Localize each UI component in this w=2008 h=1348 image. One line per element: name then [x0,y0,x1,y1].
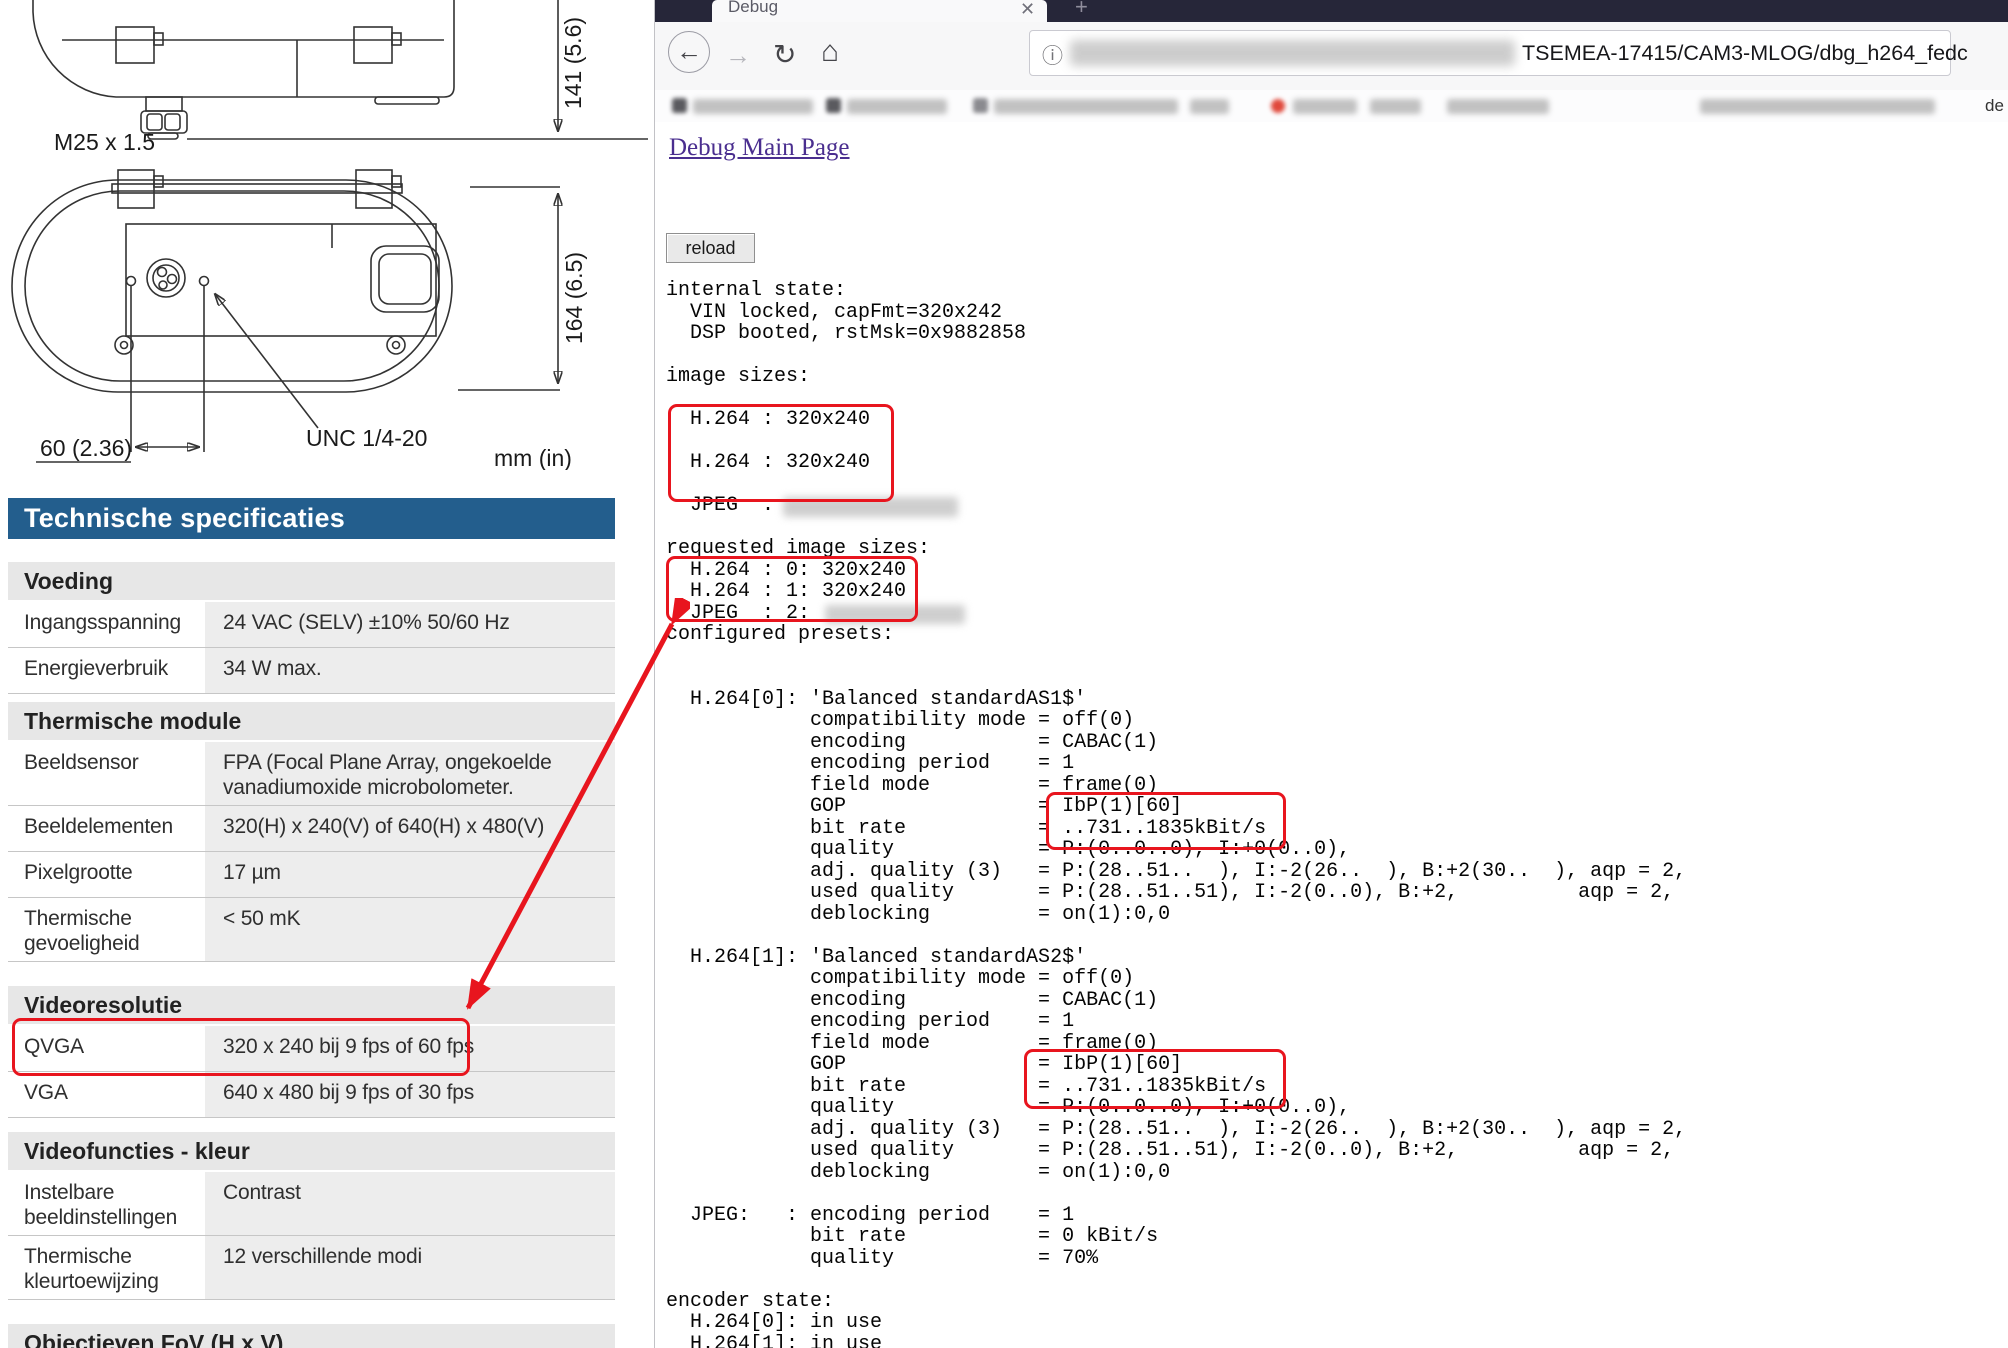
forward-icon[interactable]: → [725,37,751,73]
bookmark-favicon[interactable] [973,98,988,113]
bookmark-favicon[interactable] [826,98,841,113]
table-row: Pixelgrootte 17 µm [8,852,615,898]
section-videofuncties: Videofuncties - kleur Instelbare beeldin… [8,1132,615,1300]
blurred-jpeg-size [783,497,958,517]
bookmarks-bar: de [655,90,2008,123]
tab-debug[interactable]: Debug ✕ [712,0,1047,22]
row-value: 12 verschillende modi [205,1236,615,1299]
datasheet-pane: M25 x 1.5 141 (5.6) [0,0,655,1348]
row-value: 320 x 240 bij 9 fps of 60 fps [205,1026,615,1071]
dim-141-label: 141 (5.6) [560,17,586,109]
blurred-jpeg-size [825,605,965,624]
row-label: Beeldsensor [8,742,205,805]
spec-table-title: Technische specificaties [8,498,615,539]
blurred-bookmark[interactable] [994,99,1178,114]
bottom-view-drawing: 60 (2.36) UNC 1/4-20 164 (6.5) mm (in) [12,170,587,470]
table-row: Beeldelementen 320(H) x 240(V) of 640(H)… [8,806,615,852]
table-row: Beeldsensor FPA (Focal Plane Array, onge… [8,742,615,806]
spec-table: Voeding Ingangsspanning 24 VAC (SELV) ±1… [8,562,615,1348]
technical-drawing: M25 x 1.5 141 (5.6) [0,0,655,470]
bookmarks-overflow-text: de [1985,96,2004,116]
blurred-url-prefix [1070,40,1515,66]
section-videoresolutie: Videoresolutie QVGA 320 x 240 bij 9 fps … [8,986,615,1118]
info-icon[interactable]: ⓘ [1042,40,1063,70]
reload-icon[interactable]: ↻ [773,37,796,73]
table-row: Ingangsspanning 24 VAC (SELV) ±10% 50/60… [8,602,615,648]
section-header: Objectieven FoV (H x V) [8,1324,615,1348]
url-bar[interactable]: ⓘ TSEMEA-17415/CAM3-MLOG/dbg_h264_fedc [1029,30,1951,76]
section-header: Thermische module [8,702,615,740]
debug-output-text: internal state: VIN locked, capFmt=320x2… [666,280,1686,1348]
row-value: 17 µm [205,852,615,897]
dim-60-label: 60 (2.36) [40,435,132,461]
row-label: Instelbare beeldinstellingen [8,1172,205,1235]
row-label: Ingangsspanning [8,602,205,647]
tab-title: Debug [728,0,778,20]
blurred-bookmark[interactable] [1700,99,1935,114]
blurred-bookmark[interactable] [1447,99,1549,114]
browser-window: Debug ✕ + ← → ↻ ⌂ ⓘ TSEMEA-17415/CAM3-ML… [655,0,2008,1348]
row-label: Energieverbruik [8,648,205,693]
side-view-drawing: M25 x 1.5 141 (5.6) [33,0,648,155]
section-thermische-module: Thermische module Beeldsensor FPA (Focal… [8,702,615,962]
row-label: Thermische gevoeligheid [8,898,205,961]
row-value: FPA (Focal Plane Array, ongekoelde vanad… [205,742,615,805]
table-row: Instelbare beeldinstellingen Contrast [8,1172,615,1236]
url-text: TSEMEA-17415/CAM3-MLOG/dbg_h264_fedc [1522,41,1968,66]
reload-button[interactable]: reload [666,233,755,263]
row-value: 320(H) x 240(V) of 640(H) x 480(V) [205,806,615,851]
screenshot-root: M25 x 1.5 141 (5.6) [0,0,2008,1348]
section-header: Videofuncties - kleur [8,1132,615,1170]
row-value: < 50 mK [205,898,615,961]
row-label: QVGA [8,1026,205,1071]
row-value: 24 VAC (SELV) ±10% 50/60 Hz [205,602,615,647]
table-row: Thermische gevoeligheid < 50 mK [8,898,615,962]
row-label: Thermische kleurtoewijzing [8,1236,205,1299]
section-header: Voeding [8,562,615,600]
bookmark-favicon-red[interactable] [1271,99,1285,113]
section-header: Videoresolutie [8,986,615,1024]
dim-164-label: 164 (6.5) [561,252,587,344]
table-row-vga: VGA 640 x 480 bij 9 fps of 30 fps [8,1072,615,1118]
units-label: mm (in) [494,445,572,470]
back-icon[interactable]: ← [668,31,710,73]
blurred-bookmark[interactable] [1293,99,1357,114]
blurred-bookmark[interactable] [693,99,813,114]
section-voeding: Voeding Ingangsspanning 24 VAC (SELV) ±1… [8,562,615,694]
mount-label: UNC 1/4-20 [306,425,427,451]
tab-strip: Debug ✕ + [655,0,2008,22]
close-tab-icon[interactable]: ✕ [1020,0,1035,22]
blurred-bookmark[interactable] [1370,99,1421,114]
blurred-bookmark[interactable] [1190,99,1229,114]
browser-toolbar: ← → ↻ ⌂ ⓘ TSEMEA-17415/CAM3-MLOG/dbg_h26… [655,22,2008,91]
row-label: Pixelgrootte [8,852,205,897]
table-row: Thermische kleurtoewijzing 12 verschille… [8,1236,615,1300]
row-value: Contrast [205,1172,615,1235]
thread-label: M25 x 1.5 [54,129,155,155]
row-value: 640 x 480 bij 9 fps of 30 fps [205,1072,615,1117]
home-icon[interactable]: ⌂ [821,34,839,70]
row-value: 34 W max. [205,648,615,693]
section-objectieven: Objectieven FoV (H x V) [8,1324,615,1348]
table-row: Energieverbruik 34 W max. [8,648,615,694]
row-label: Beeldelementen [8,806,205,851]
row-label: VGA [8,1072,205,1117]
debug-page: Debug Main Page reload internal state: V… [655,122,2008,1348]
blurred-bookmark[interactable] [847,99,947,114]
new-tab-icon[interactable]: + [1075,0,1088,21]
table-row-qvga: QVGA 320 x 240 bij 9 fps of 60 fps [8,1026,615,1072]
debug-main-page-link[interactable]: Debug Main Page [669,134,850,162]
bookmark-favicon[interactable] [672,98,687,113]
